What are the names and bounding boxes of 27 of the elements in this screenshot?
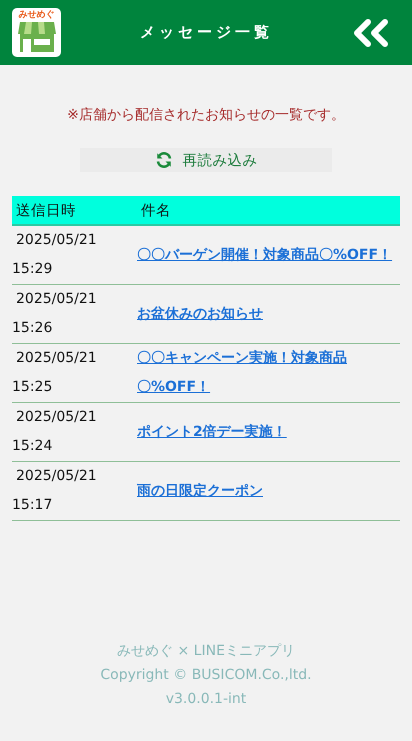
- column-header: 件名: [140, 202, 172, 220]
- refresh-icon: [154, 151, 172, 169]
- sent-time: 15:25: [12, 378, 54, 397]
- back-icon[interactable]: [352, 18, 390, 48]
- sent-time: 15:17: [12, 496, 54, 515]
- message-subject-link[interactable]: ポイント2倍デー実施！: [137, 418, 287, 446]
- column-header: 送信日時: [15, 202, 77, 220]
- sent-date: 2025/05/21: [15, 467, 98, 486]
- sent-time: 15:24: [12, 437, 54, 456]
- footer-text: v3.0.0.1-int: [166, 690, 246, 709]
- message-subject-link[interactable]: 〇〇バーゲン開催！対象商品〇%OFF！: [137, 240, 392, 270]
- sent-time: 15:26: [12, 319, 54, 338]
- logo-text: みせめぐ: [18, 10, 54, 20]
- page-title: メッセージ一覧: [140, 23, 273, 42]
- message-subject-link[interactable]: 〇〇キャンペーン実施！対象商品〇%OFF！: [137, 344, 400, 402]
- message-subject-link[interactable]: 雨の日限定クーポン: [137, 476, 263, 506]
- sent-time: 15:29: [12, 260, 54, 279]
- sent-date: 2025/05/21: [15, 408, 98, 427]
- shop-icon: [16, 20, 56, 54]
- footer-text: みせめぐ × LINEミニアプリ: [117, 642, 295, 661]
- sent-date: 2025/05/21: [15, 349, 98, 368]
- reload-button[interactable]: 再読み込み: [80, 148, 332, 172]
- sent-date: 2025/05/21: [15, 290, 98, 309]
- message-subject-link[interactable]: お盆休みのお知らせ: [137, 300, 263, 328]
- footer-text: Copyright © BUSICOM.Co.,ltd.: [100, 666, 312, 685]
- sent-date: 2025/05/21: [15, 231, 98, 250]
- notice-text: ※店舗から配信されたお知らせの一覧です。: [66, 106, 346, 124]
